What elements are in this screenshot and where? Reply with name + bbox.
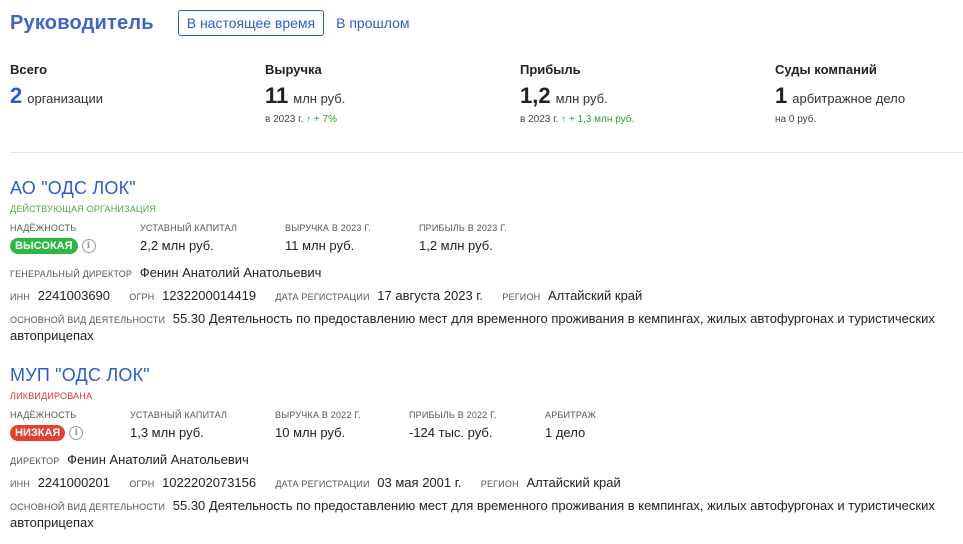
inn-value: 2241003690 — [37, 288, 111, 303]
stat-profit-label: Прибыль — [520, 62, 581, 77]
metric-profit-label: ПРИБЫЛЬ В 2023 Г. — [419, 223, 507, 233]
org-card: АО "ОДС ЛОК" ДЕЙСТВУЮЩАЯ ОРГАНИЗАЦИЯ НАД… — [10, 178, 955, 344]
metric-profit-label: ПРИБЫЛЬ В 2022 Г. — [409, 410, 497, 420]
metric-reliability-label: НАДЁЖНОСТЬ — [10, 410, 77, 420]
stat-profit-unit: млн руб. — [555, 91, 608, 106]
ogrn-value: 1022202073156 — [162, 475, 257, 490]
stat-profit-sub: в 2023 г. ↑ + 1,3 млн руб. — [520, 114, 634, 125]
inn-label: ИНН — [10, 479, 31, 489]
metric-arbitration: АРБИТРАЖ 1 дело — [545, 410, 665, 446]
org-metrics: НАДЁЖНОСТЬ ВЫСОКАЯ i УСТАВНЫЙ КАПИТАЛ 2,… — [10, 223, 955, 259]
ogrn-label: ОГРН — [129, 479, 155, 489]
metric-capital-value: 2,2 млн руб. — [140, 238, 214, 253]
stat-courts-value: 1 — [775, 83, 788, 108]
director-row: ДИРЕКТОР Фенин Анатолий Анатольевич — [10, 452, 955, 469]
stat-total: Всего 2 организации — [10, 62, 103, 109]
page-title: Руководитель — [10, 11, 154, 34]
director-row: ГЕНЕРАЛЬНЫЙ ДИРЕКТОР Фенин Анатолий Анат… — [10, 265, 955, 282]
stat-revenue-sub: в 2023 г. ↑ + 7% — [265, 114, 345, 125]
activity-label: ОСНОВНОЙ ВИД ДЕЯТЕЛЬНОСТИ — [10, 315, 166, 325]
activity-row: ОСНОВНОЙ ВИД ДЕЯТЕЛЬНОСТИ 55.30 Деятельн… — [10, 311, 955, 344]
director-label: ДИРЕКТОР — [10, 456, 60, 466]
ids-row: ИНН 2241000201 ОГРН 1022202073156 ДАТА Р… — [10, 475, 955, 492]
director-label: ГЕНЕРАЛЬНЫЙ ДИРЕКТОР — [10, 269, 133, 279]
stat-profit-value: 1,2 — [520, 83, 551, 108]
stat-total-value[interactable]: 2 — [10, 83, 22, 109]
regdate-value: 17 августа 2023 г. — [377, 288, 484, 303]
org-name-link[interactable]: АО "ОДС ЛОК" — [10, 178, 955, 199]
summary-stats: Всего 2 организации Выручка 11 млн руб. … — [10, 62, 963, 142]
region-label: РЕГИОН — [502, 292, 541, 302]
stat-courts-sub: на 0 руб. — [775, 114, 817, 125]
stat-revenue-unit: млн руб. — [293, 91, 346, 106]
metric-reliability: НАДЁЖНОСТЬ ВЫСОКАЯ i — [10, 223, 140, 259]
metric-revenue-label: ВЫРУЧКА В 2022 Г. — [275, 410, 361, 420]
reliability-badge[interactable]: НИЗКАЯ — [10, 425, 66, 441]
org-status: ЛИКВИДИРОВАНА — [10, 391, 93, 401]
org-name-link[interactable]: МУП "ОДС ЛОК" — [10, 365, 955, 386]
inn-label: ИНН — [10, 292, 31, 302]
metric-capital: УСТАВНЫЙ КАПИТАЛ 1,3 млн руб. — [130, 410, 275, 446]
ids-row: ИНН 2241003690 ОГРН 1232200014419 ДАТА Р… — [10, 288, 955, 305]
region-label: РЕГИОН — [480, 479, 519, 489]
metric-revenue-value: 11 млн руб. — [285, 238, 355, 253]
divider — [10, 152, 963, 153]
metric-capital-value: 1,3 млн руб. — [130, 425, 204, 440]
stat-courts-label: Суды компаний — [775, 62, 877, 77]
regdate-value: 03 мая 2001 г. — [377, 475, 462, 490]
stat-revenue: Выручка 11 млн руб. в 2023 г. ↑ + 7% — [265, 62, 345, 125]
region-value: Алтайский край — [548, 288, 643, 303]
metric-revenue-label: ВЫРУЧКА В 2023 Г. — [285, 223, 371, 233]
metric-reliability-label: НАДЁЖНОСТЬ — [10, 223, 77, 233]
metric-revenue: ВЫРУЧКА В 2023 Г. 11 млн руб. — [285, 223, 419, 259]
stat-revenue-delta: ↑ + 7% — [306, 114, 337, 125]
stat-courts-unit[interactable]: арбитражное дело — [792, 91, 905, 106]
info-icon[interactable]: i — [81, 239, 96, 253]
header: Руководитель В настоящее время В прошлом — [10, 10, 417, 36]
metric-capital: УСТАВНЫЙ КАПИТАЛ 2,2 млн руб. — [140, 223, 285, 259]
info-icon[interactable]: i — [69, 426, 84, 440]
ogrn-value: 1232200014419 — [162, 288, 257, 303]
stat-profit-year: в 2023 г. — [520, 114, 559, 125]
regdate-label: ДАТА РЕГИСТРАЦИИ — [275, 292, 370, 302]
activity-row: ОСНОВНОЙ ВИД ДЕЯТЕЛЬНОСТИ 55.30 Деятельн… — [10, 498, 955, 531]
tab-present[interactable]: В настоящее время — [177, 10, 325, 36]
metric-revenue: ВЫРУЧКА В 2022 Г. 10 млн руб. — [275, 410, 409, 446]
org-status: ДЕЙСТВУЮЩАЯ ОРГАНИЗАЦИЯ — [10, 204, 157, 214]
metric-capital-label: УСТАВНЫЙ КАПИТАЛ — [130, 410, 228, 420]
activity-label: ОСНОВНОЙ ВИД ДЕЯТЕЛЬНОСТИ — [10, 502, 166, 512]
region-value: Алтайский край — [526, 475, 621, 490]
ogrn-label: ОГРН — [129, 292, 155, 302]
stat-revenue-label: Выручка — [265, 62, 322, 77]
director-link[interactable]: Фенин Анатолий Анатольевич — [67, 452, 249, 467]
metric-profit-value: -124 тыс. руб. — [409, 425, 493, 440]
metric-arbitration-label: АРБИТРАЖ — [545, 410, 597, 420]
director-link[interactable]: Фенин Анатолий Анатольевич — [140, 265, 322, 280]
stat-revenue-year: в 2023 г. — [265, 114, 304, 125]
regdate-label: ДАТА РЕГИСТРАЦИИ — [275, 479, 370, 489]
stat-profit-delta: ↑ + 1,3 млн руб. — [561, 114, 635, 125]
metric-profit: ПРИБЫЛЬ В 2022 Г. -124 тыс. руб. — [409, 410, 545, 446]
metric-profit: ПРИБЫЛЬ В 2023 Г. 1,2 млн руб. — [419, 223, 559, 259]
stat-total-label: Всего — [10, 62, 48, 77]
metric-profit-value: 1,2 млн руб. — [419, 238, 493, 253]
metric-arbitration-value[interactable]: 1 дело — [545, 425, 665, 440]
metric-reliability: НАДЁЖНОСТЬ НИЗКАЯ i — [10, 410, 130, 446]
org-card: МУП "ОДС ЛОК" ЛИКВИДИРОВАНА НАДЁЖНОСТЬ Н… — [10, 365, 955, 531]
tab-past[interactable]: В прошлом — [328, 11, 417, 35]
stat-courts: Суды компаний 1 арбитражное дело на 0 ру… — [775, 62, 905, 125]
stat-total-unit: организации — [27, 91, 103, 106]
metric-capital-label: УСТАВНЫЙ КАПИТАЛ — [140, 223, 238, 233]
reliability-badge[interactable]: ВЫСОКАЯ — [10, 238, 78, 254]
metric-revenue-value: 10 млн руб. — [275, 425, 346, 440]
org-metrics: НАДЁЖНОСТЬ НИЗКАЯ i УСТАВНЫЙ КАПИТАЛ 1,3… — [10, 410, 955, 446]
inn-value: 2241000201 — [37, 475, 111, 490]
stat-revenue-value: 11 — [265, 83, 289, 108]
stat-profit: Прибыль 1,2 млн руб. в 2023 г. ↑ + 1,3 м… — [520, 62, 634, 125]
